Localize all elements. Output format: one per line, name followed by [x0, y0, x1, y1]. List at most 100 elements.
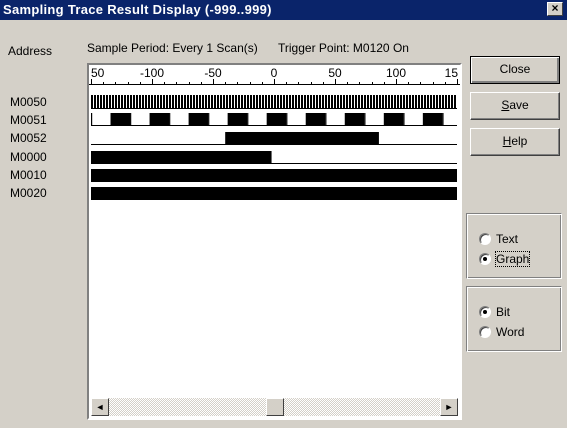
- trace-pulse: [157, 95, 159, 108]
- trace-pulse: [193, 95, 195, 108]
- trace-edge: [130, 113, 132, 126]
- scroll-left-icon[interactable]: ◄: [91, 398, 109, 416]
- trace-pulse: [415, 95, 417, 108]
- trace-pulse: [373, 95, 375, 108]
- trace-pulse: [211, 95, 213, 108]
- data-mode-group: Bit Word: [466, 286, 562, 352]
- scroll-right-icon[interactable]: ►: [440, 398, 458, 416]
- trace-pulse: [91, 95, 93, 108]
- trace-pulse: [175, 95, 177, 108]
- trace-pulse: [266, 113, 287, 126]
- axis-tick-label: 100: [386, 66, 406, 80]
- trace-pulse: [394, 95, 396, 108]
- trace-pulse: [343, 95, 345, 108]
- trace-pulse: [271, 95, 273, 108]
- close-window-icon[interactable]: ×: [547, 2, 563, 16]
- trace-edge: [208, 113, 210, 126]
- trace-pulse: [319, 95, 321, 108]
- trace-pulse: [409, 95, 411, 108]
- trace-high-segment: [91, 187, 457, 200]
- trace-pulse: [148, 95, 150, 108]
- trace-pulse: [127, 95, 129, 108]
- address-item: M0000: [10, 150, 47, 164]
- trace-pulse: [451, 95, 453, 108]
- trace-pulse: [227, 113, 248, 126]
- trace-pulse: [121, 95, 123, 108]
- trace-pulse: [391, 95, 393, 108]
- address-label: Address: [8, 44, 53, 58]
- trace-pulse: [130, 95, 132, 108]
- radio-text-icon[interactable]: [479, 233, 491, 245]
- axis-tick-label: -100: [140, 66, 164, 80]
- trace-pulse: [149, 113, 170, 126]
- trace-graph-panel[interactable]: 50 -100 -50 0 50 100 15 ◄ ►: [87, 63, 462, 420]
- trace-edge: [91, 113, 93, 126]
- trace-pulse: [256, 95, 258, 108]
- trace-pulse: [313, 95, 315, 108]
- scroll-thumb[interactable]: [265, 398, 284, 416]
- radio-word-label: Word: [496, 325, 525, 339]
- trace-edge: [169, 113, 171, 126]
- trace-pulse: [181, 95, 183, 108]
- radio-text-label: Text: [496, 232, 519, 246]
- trace-pulse: [364, 95, 366, 108]
- trace-pulse: [268, 95, 270, 108]
- address-item: M0051: [10, 113, 47, 127]
- trace-pulse: [379, 95, 381, 108]
- save-label: ave: [509, 98, 529, 112]
- title-bar: Sampling Trace Result Display (-999..999…: [0, 0, 567, 20]
- trace-pulse: [430, 95, 432, 108]
- axis-tick-label: 0: [271, 66, 278, 80]
- trace-pulse: [328, 95, 330, 108]
- trace-pulse: [406, 95, 408, 108]
- trace-pulse: [305, 113, 326, 126]
- trigger-point-text: Trigger Point: M0120 On: [278, 41, 409, 55]
- trace-pulse: [349, 95, 351, 108]
- trace-pulse: [188, 113, 209, 126]
- trace-pulse: [229, 95, 231, 108]
- save-button[interactable]: Save: [470, 92, 560, 120]
- trace-pulse: [403, 95, 405, 108]
- trace-pulse: [136, 95, 138, 108]
- radio-word-icon[interactable]: [479, 326, 491, 338]
- trace-pulse: [412, 95, 414, 108]
- help-button[interactable]: Help: [470, 128, 560, 156]
- radio-bit-icon[interactable]: [479, 306, 491, 318]
- trace-pulse: [355, 95, 357, 108]
- trace-edge: [403, 113, 405, 126]
- trace-pulse: [422, 113, 443, 126]
- trace-pulse: [346, 95, 348, 108]
- trace-pulse: [208, 95, 210, 108]
- trace-pulse: [436, 95, 438, 108]
- trace-pulse: [274, 95, 276, 108]
- trace-pulse: [427, 95, 429, 108]
- trace-pulse: [232, 95, 234, 108]
- trace-pulse: [151, 95, 153, 108]
- trace-pulse: [139, 95, 141, 108]
- trace-high-segment: [225, 132, 379, 145]
- trace-pulse: [223, 95, 225, 108]
- trace-pulse: [322, 95, 324, 108]
- trace-edge: [325, 113, 327, 126]
- trace-edge: [286, 113, 288, 126]
- trace-pulse: [94, 95, 96, 108]
- trace-pulse: [241, 95, 243, 108]
- trace-pulse: [235, 95, 237, 108]
- trace-pulse: [307, 95, 309, 108]
- trace-pulse: [344, 113, 365, 126]
- trace-pulse: [100, 95, 102, 108]
- trace-pulse: [439, 95, 441, 108]
- trace-pulse: [124, 95, 126, 108]
- trace-pulse: [184, 95, 186, 108]
- trace-pulse: [325, 95, 327, 108]
- radio-graph-icon[interactable]: [479, 253, 491, 265]
- trace-pulse: [376, 95, 378, 108]
- horizontal-scrollbar[interactable]: ◄ ►: [91, 398, 458, 416]
- close-button[interactable]: Close: [470, 56, 560, 84]
- trace-pulse: [110, 113, 131, 126]
- trace-edge: [364, 113, 366, 126]
- trace-pulse: [283, 95, 285, 108]
- trace-pulse: [247, 95, 249, 108]
- trace-pulse: [382, 95, 384, 108]
- trace-pulse: [97, 95, 99, 108]
